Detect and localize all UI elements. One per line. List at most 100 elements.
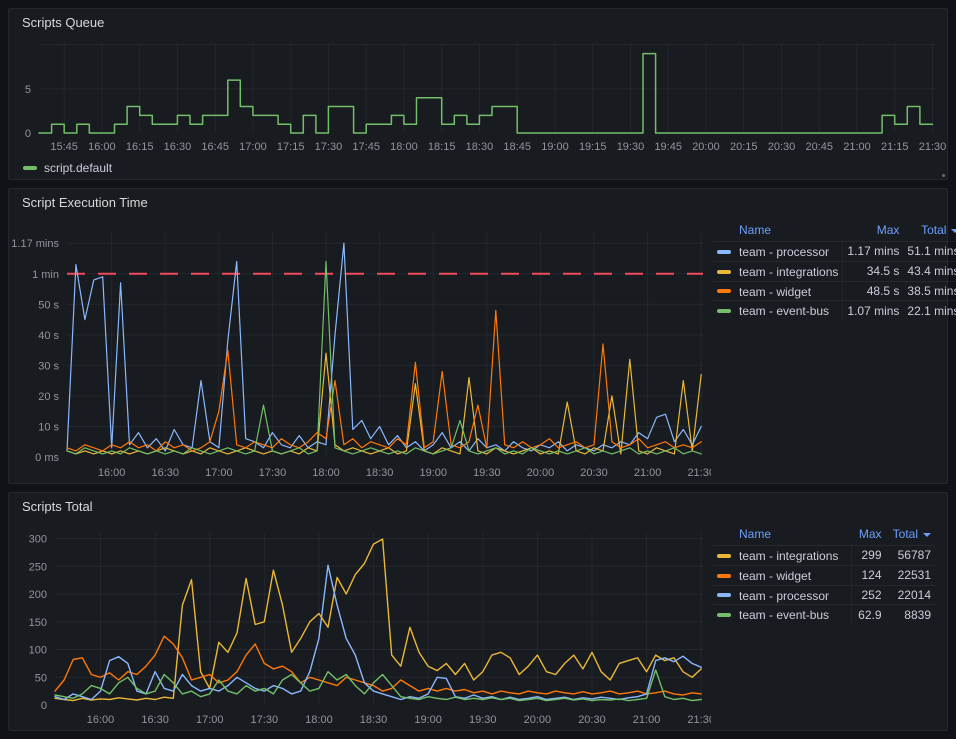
legend-table: NameMaxTotalteam - integrations29956787t…: [713, 525, 935, 624]
series-color-swatch: [717, 250, 731, 254]
panel-scripts-total: Scripts Total 05010015020025030016:0016:…: [8, 492, 948, 731]
svg-text:16:45: 16:45: [201, 141, 229, 153]
series-name-label[interactable]: team - processor: [739, 588, 829, 602]
legend-max-value: 34.5 s: [843, 261, 904, 281]
caret-down-icon: [923, 533, 931, 537]
legend-row: team - processor 25222014: [713, 585, 935, 605]
legend-series-name[interactable]: team - widget: [713, 565, 852, 585]
svg-text:17:15: 17:15: [277, 141, 305, 153]
scripts-queue-chart[interactable]: 0515:4516:0016:1516:3016:4517:0017:1517:…: [9, 35, 947, 157]
svg-text:30 s: 30 s: [38, 360, 59, 372]
svg-text:21:00: 21:00: [634, 467, 662, 479]
legend-series-label[interactable]: script.default: [44, 161, 112, 175]
svg-text:20:15: 20:15: [730, 141, 758, 153]
svg-text:17:30: 17:30: [251, 714, 279, 726]
legend-header-total[interactable]: Total: [886, 525, 935, 546]
legend-row: team - integrations29956787: [713, 546, 935, 566]
script-execution-time-chart[interactable]: 0 ms10 s20 s30 s40 s50 s1 min1.17 mins16…: [9, 215, 711, 483]
legend-table: NameMaxTotal team - processor 1.17 mins51.…: [713, 221, 956, 320]
svg-text:10 s: 10 s: [38, 421, 59, 433]
series-color-swatch: [717, 593, 731, 597]
legend-header-max[interactable]: Max: [843, 221, 904, 242]
svg-text:16:00: 16:00: [88, 141, 116, 153]
legend-header-name[interactable]: Name: [713, 221, 843, 242]
svg-text:0: 0: [25, 128, 31, 140]
series-name-label[interactable]: team - event-bus: [739, 304, 829, 318]
svg-text:0 ms: 0 ms: [35, 452, 59, 464]
svg-text:21:30: 21:30: [919, 141, 947, 153]
svg-text:18:30: 18:30: [466, 141, 494, 153]
svg-text:19:30: 19:30: [469, 714, 497, 726]
legend-series-name[interactable]: team - processor: [713, 585, 852, 605]
series-line: [39, 54, 933, 133]
series-line: [67, 353, 701, 454]
panel-title-script-execution-time[interactable]: Script Execution Time: [9, 189, 947, 215]
legend-table-script-execution-time: NameMaxTotalteam - processor1.17 mins51.…: [711, 215, 947, 483]
svg-text:18:00: 18:00: [312, 467, 340, 479]
legend-total-value: 43.4 mins: [903, 261, 956, 281]
series-name-label[interactable]: team - widget: [739, 569, 811, 583]
legend-total-value: 51.1 mins: [903, 242, 956, 262]
legend-scripts-queue[interactable]: script.default: [9, 157, 947, 179]
panel-title-scripts-queue[interactable]: Scripts Queue: [9, 9, 947, 35]
svg-text:1.17 mins: 1.17 mins: [11, 238, 59, 250]
legend-series-name[interactable]: team - widget: [713, 281, 843, 301]
legend-header-total[interactable]: Total: [903, 221, 956, 242]
series-color-swatch: [717, 554, 731, 558]
series-name-label[interactable]: team - processor: [739, 245, 829, 259]
legend-series-name[interactable]: team - event-bus: [713, 605, 852, 624]
svg-text:19:45: 19:45: [654, 141, 682, 153]
series-name-label[interactable]: team - event-bus: [739, 608, 829, 622]
series-color-swatch: [23, 166, 37, 170]
svg-text:50 s: 50 s: [38, 299, 59, 311]
series-name-label[interactable]: team - integrations: [739, 549, 838, 563]
svg-text:17:30: 17:30: [259, 467, 287, 479]
legend-series-name[interactable]: team - processor: [713, 242, 843, 262]
svg-text:16:15: 16:15: [126, 141, 154, 153]
panel-title-scripts-total[interactable]: Scripts Total: [9, 493, 947, 519]
series-name-label[interactable]: team - widget: [739, 284, 811, 298]
series-name-label[interactable]: team - integrations: [739, 265, 838, 279]
svg-text:18:45: 18:45: [503, 141, 531, 153]
scripts-total-chart[interactable]: 05010015020025030016:0016:3017:0017:3018…: [9, 519, 711, 730]
caret-down-icon: [951, 229, 956, 233]
svg-text:16:30: 16:30: [164, 141, 192, 153]
svg-text:200: 200: [29, 589, 47, 601]
svg-text:20 s: 20 s: [38, 391, 59, 403]
series-line: [55, 539, 701, 701]
svg-text:17:45: 17:45: [352, 141, 380, 153]
series-color-swatch: [717, 309, 731, 313]
legend-max-value: 252: [852, 585, 886, 605]
legend-header-max[interactable]: Max: [852, 525, 886, 546]
legend-total-value: 8839: [886, 605, 935, 624]
svg-text:21:15: 21:15: [881, 141, 909, 153]
legend-max-value: 48.5 s: [843, 281, 904, 301]
svg-text:21:00: 21:00: [843, 141, 871, 153]
svg-text:21:30: 21:30: [687, 714, 711, 726]
svg-text:20:00: 20:00: [524, 714, 552, 726]
legend-series-name[interactable]: team - integrations: [713, 261, 843, 281]
series-color-swatch: [717, 574, 731, 578]
legend-max-value: 1.07 mins: [843, 301, 904, 320]
svg-text:19:30: 19:30: [473, 467, 501, 479]
legend-header-name[interactable]: Name: [713, 525, 852, 546]
svg-text:250: 250: [29, 561, 47, 573]
series-line: [55, 636, 701, 695]
svg-text:19:00: 19:00: [414, 714, 442, 726]
svg-text:20:30: 20:30: [768, 141, 796, 153]
series-line: [67, 262, 701, 454]
legend-max-value: 1.17 mins: [843, 242, 904, 262]
panel-resize-handle[interactable]: [942, 174, 945, 177]
svg-text:0: 0: [41, 700, 47, 712]
panel-scripts-queue: Scripts Queue 0515:4516:0016:1516:3016:4…: [8, 8, 948, 180]
svg-text:20:30: 20:30: [578, 714, 606, 726]
panel-script-execution-time: Script Execution Time 0 ms10 s20 s30 s40…: [8, 188, 948, 484]
series-color-swatch: [717, 289, 731, 293]
legend-total-value: 22531: [886, 565, 935, 585]
legend-total-value: 22014: [886, 585, 935, 605]
svg-text:18:00: 18:00: [390, 141, 418, 153]
svg-text:19:15: 19:15: [579, 141, 607, 153]
legend-series-name[interactable]: team - integrations: [713, 546, 852, 566]
legend-series-name[interactable]: team - event-bus: [713, 301, 843, 320]
svg-text:15:45: 15:45: [50, 141, 78, 153]
